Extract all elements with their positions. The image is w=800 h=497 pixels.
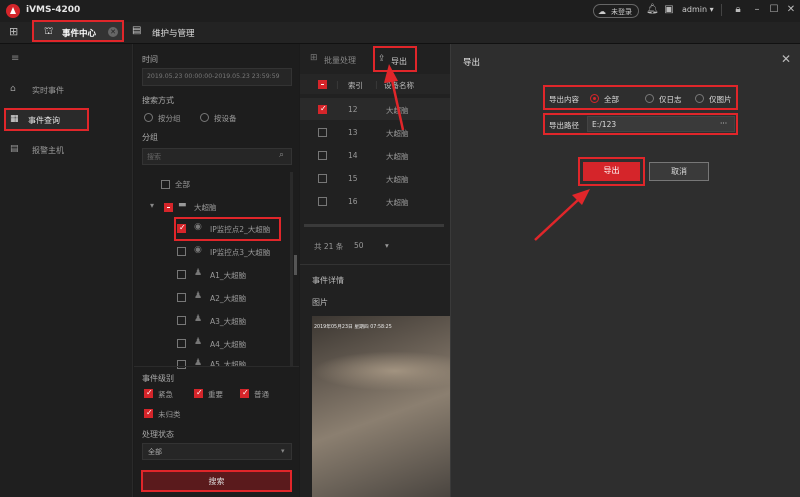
arrow-to-export-toolbar xyxy=(384,64,405,131)
annotation-arrows xyxy=(384,64,590,241)
arrow-to-export-button xyxy=(534,189,590,241)
